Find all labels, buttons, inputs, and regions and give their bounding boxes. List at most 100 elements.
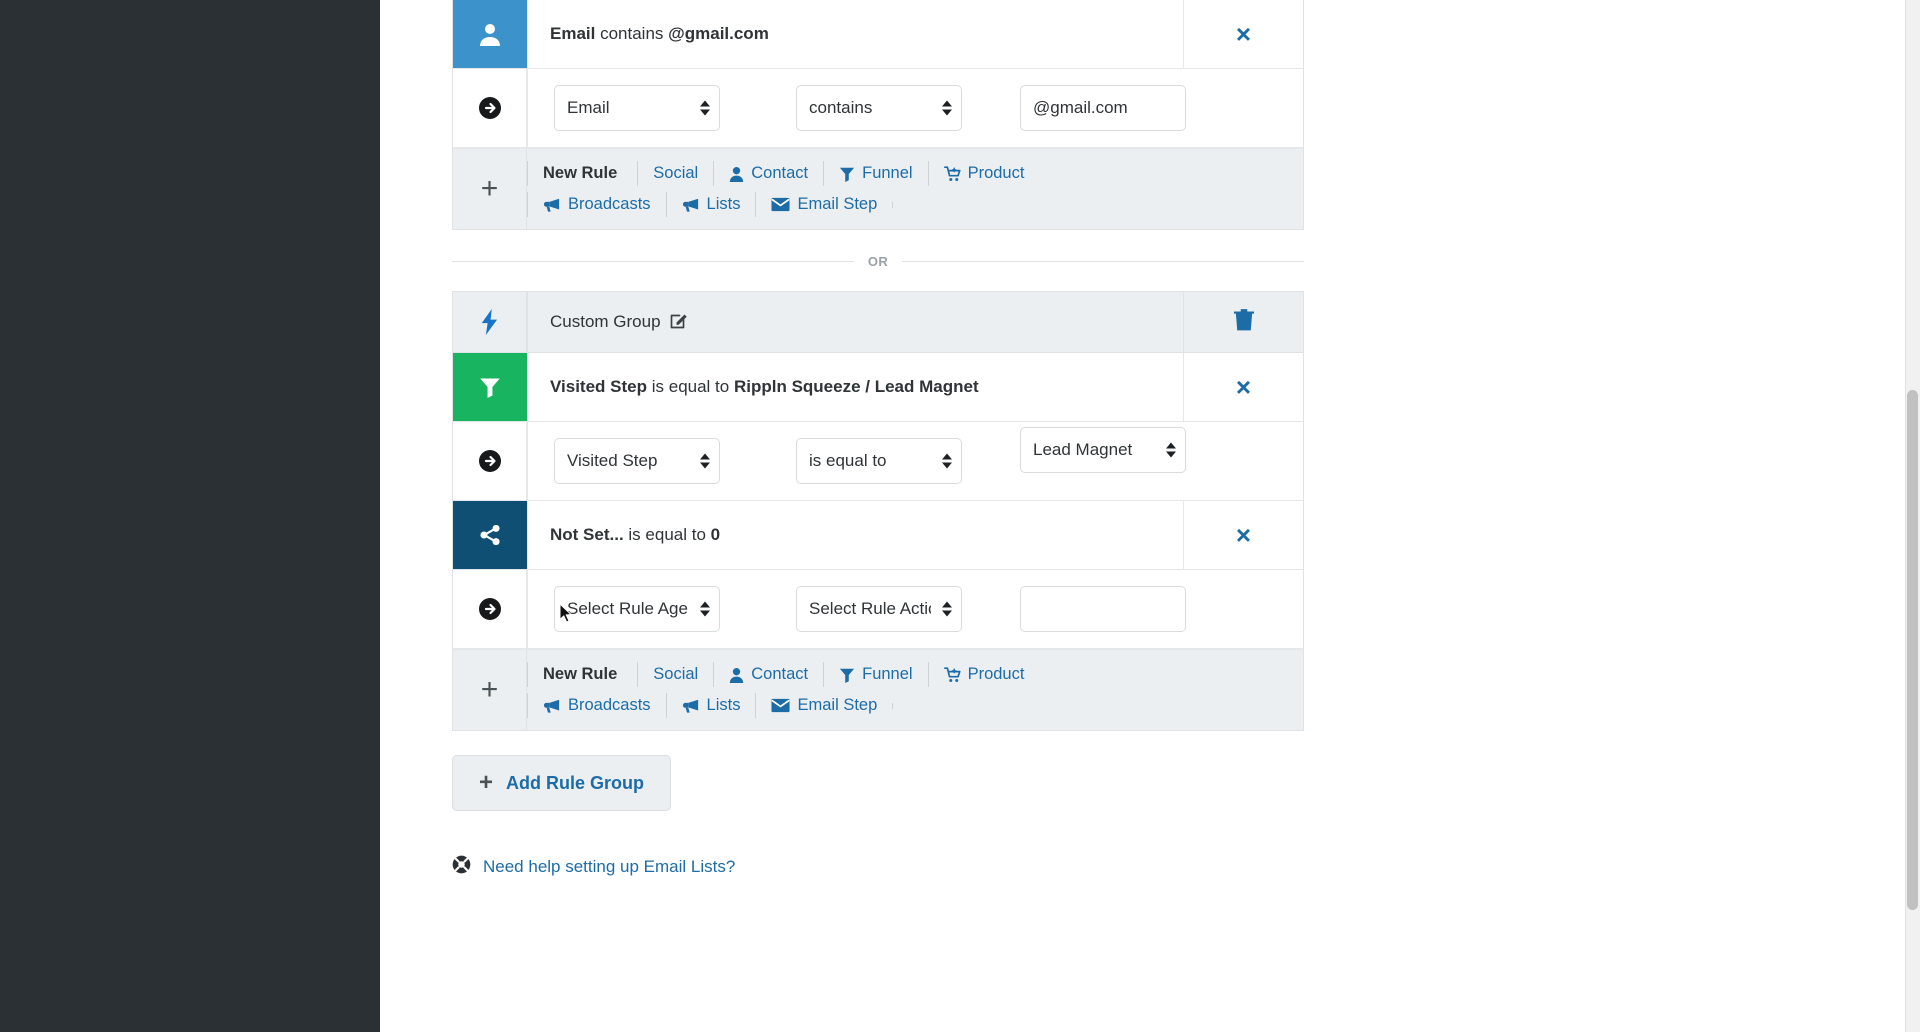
add-rule-group-button[interactable]: + Add Rule Group [452,755,672,811]
rule-type-contact-icon-cell [453,0,527,68]
rule-agent-select-wrap: Email [554,85,720,131]
rule-agent-select[interactable]: Visited Step [554,438,720,484]
new-rule-social-link[interactable]: Social [637,161,713,186]
arrow-right-circle-icon [478,96,502,120]
add-rule-plus-icon[interactable]: + [453,149,527,229]
rule-value-select[interactable]: Lead Magnet [1020,427,1186,473]
new-rule-lists-link[interactable]: Lists [665,693,756,718]
rule-summary-row: Visited Step is equal to Rippln Squeeze … [453,353,1303,422]
new-rule-product-link[interactable]: Product [927,161,1040,186]
megaphone-icon [543,197,561,213]
rule-agent-select[interactable]: Select Rule Agent [554,586,720,632]
rule-summary-row: Not Set... is equal to 0 × [453,501,1303,570]
new-rule-lists-label: Lists [706,696,741,714]
divider-line-right [902,261,1304,262]
rule-group-1: Email contains @gmail.com × Email contai… [452,0,1304,230]
or-label: OR [867,254,889,269]
megaphone-icon [543,698,561,714]
person-icon [729,166,744,182]
rule-action-select[interactable]: contains [796,85,962,131]
rule-agent-select-wrap: Select Rule Agent [554,586,720,632]
rule-actions-cell: × [1183,0,1303,68]
rule-action-select-wrap: Select Rule Action [796,586,962,632]
new-rule-links-line-2: Broadcasts Lists Email Step [527,693,1303,718]
new-rule-link-lists: New Rule Social Contact Funnel Product B… [527,650,1303,730]
rule-editor-row: Email contains [453,69,1303,148]
rule-editor-controls: Email contains [527,69,1303,147]
rule-value: Rippln Squeeze / Lead Magnet [733,377,979,396]
group-title-text: Custom Group [550,312,661,331]
new-rule-funnel-link[interactable]: Funnel [823,161,927,186]
rule-editor-controls: Select Rule Agent Select Rule Action [527,570,1303,648]
page-scrollbar-thumb[interactable] [1907,390,1918,910]
rule-editor-row: Select Rule Agent Select Rule Action [453,570,1303,649]
rule-editor-controls: Visited Step is equal to Lead Magnet [527,422,1303,500]
add-rule-group-wrap: + Add Rule Group [452,755,1304,811]
funnel-icon [839,166,855,182]
rule-editor-arrow-icon-cell [453,570,527,648]
new-rule-funnel-link[interactable]: Funnel [823,662,927,687]
new-rule-broadcasts-link[interactable]: Broadcasts [527,693,666,718]
rule-editor-arrow-icon-cell [453,422,527,500]
help-link[interactable]: Need help setting up Email Lists? [483,857,735,877]
rule-group-2: Custom Group Visited Step is equal to Ri… [452,291,1304,731]
lightning-bolt-icon [480,309,500,335]
rule-builder: Email contains @gmail.com × Email contai… [452,0,1304,879]
new-rule-social-label: Social [653,164,699,182]
new-rule-broadcasts-label: Broadcasts [568,195,651,213]
rule-editor-row: Visited Step is equal to Lead Magnet [453,422,1303,501]
group-header-icon-cell [453,292,527,352]
rule-subject: Visited Step [550,377,647,396]
new-rule-email-step-link[interactable]: Email Step [755,693,892,718]
rule-value-input[interactable] [1020,85,1186,131]
remove-rule-button[interactable]: × [1230,373,1257,401]
help-row: Need help setting up Email Lists? [452,855,1304,879]
rule-action-select-wrap: contains [796,85,962,131]
new-rule-email-step-link[interactable]: Email Step [755,192,892,217]
megaphone-icon [682,698,700,714]
rule-action-select[interactable]: Select Rule Action [796,586,962,632]
arrow-right-circle-icon [478,449,502,473]
edit-pencil-icon[interactable] [670,311,688,334]
rule-actions-cell: × [1183,353,1303,421]
new-rule-lists-label: Lists [706,195,741,213]
left-navigation-rail [0,0,380,1032]
new-rule-broadcasts-link[interactable]: Broadcasts [527,192,666,217]
rule-type-funnel-icon-cell [453,353,527,421]
rule-value-input[interactable] [1020,586,1186,632]
new-rule-links-line-2: Broadcasts Lists Email Step [527,192,1303,217]
rule-value-input-wrap [1020,586,1186,632]
arrow-right-circle-icon [478,597,502,621]
new-rule-line2-endcap [892,201,894,208]
divider-line-left [452,261,854,262]
rule-operator: contains [600,24,664,43]
rule-agent-select[interactable]: Email [554,85,720,131]
main-content-scroll-area[interactable]: Email contains @gmail.com × Email contai… [380,0,1920,1032]
new-rule-lists-link[interactable]: Lists [665,192,756,217]
remove-rule-button[interactable]: × [1230,20,1257,48]
new-rule-contact-label: Contact [751,665,809,683]
rule-action-select[interactable]: is equal to [796,438,962,484]
rule-subject: Email [550,24,596,43]
contact-person-icon [479,22,501,46]
new-rule-links-line-1: New Rule Social Contact Funnel Product [527,662,1303,687]
new-rule-broadcasts-label: Broadcasts [568,696,651,714]
add-rule-group-label: Add Rule Group [506,772,645,793]
app-window: Email contains @gmail.com × Email contai… [0,0,1920,1032]
rule-group-header: Custom Group [453,292,1303,353]
rule-agent-select-wrap: Visited Step [554,438,720,484]
new-rule-contact-link[interactable]: Contact [713,161,823,186]
add-rule-plus-icon[interactable]: + [453,650,527,730]
rule-operator: is equal to [628,525,706,544]
rule-summary-text: Not Set... is equal to 0 [527,501,1183,569]
person-icon [729,667,744,683]
new-rule-social-link[interactable]: Social [637,662,713,687]
new-rule-contact-link[interactable]: Contact [713,662,823,687]
group-header-actions [1183,292,1303,352]
trash-icon[interactable] [1233,308,1255,337]
new-rule-links-line-1: New Rule Social Contact Funnel Product [527,161,1303,186]
page-scrollbar-track[interactable] [1905,0,1920,1032]
rule-subject: Not Set... [550,525,624,544]
new-rule-product-link[interactable]: Product [927,662,1040,687]
remove-rule-button[interactable]: × [1230,521,1257,549]
